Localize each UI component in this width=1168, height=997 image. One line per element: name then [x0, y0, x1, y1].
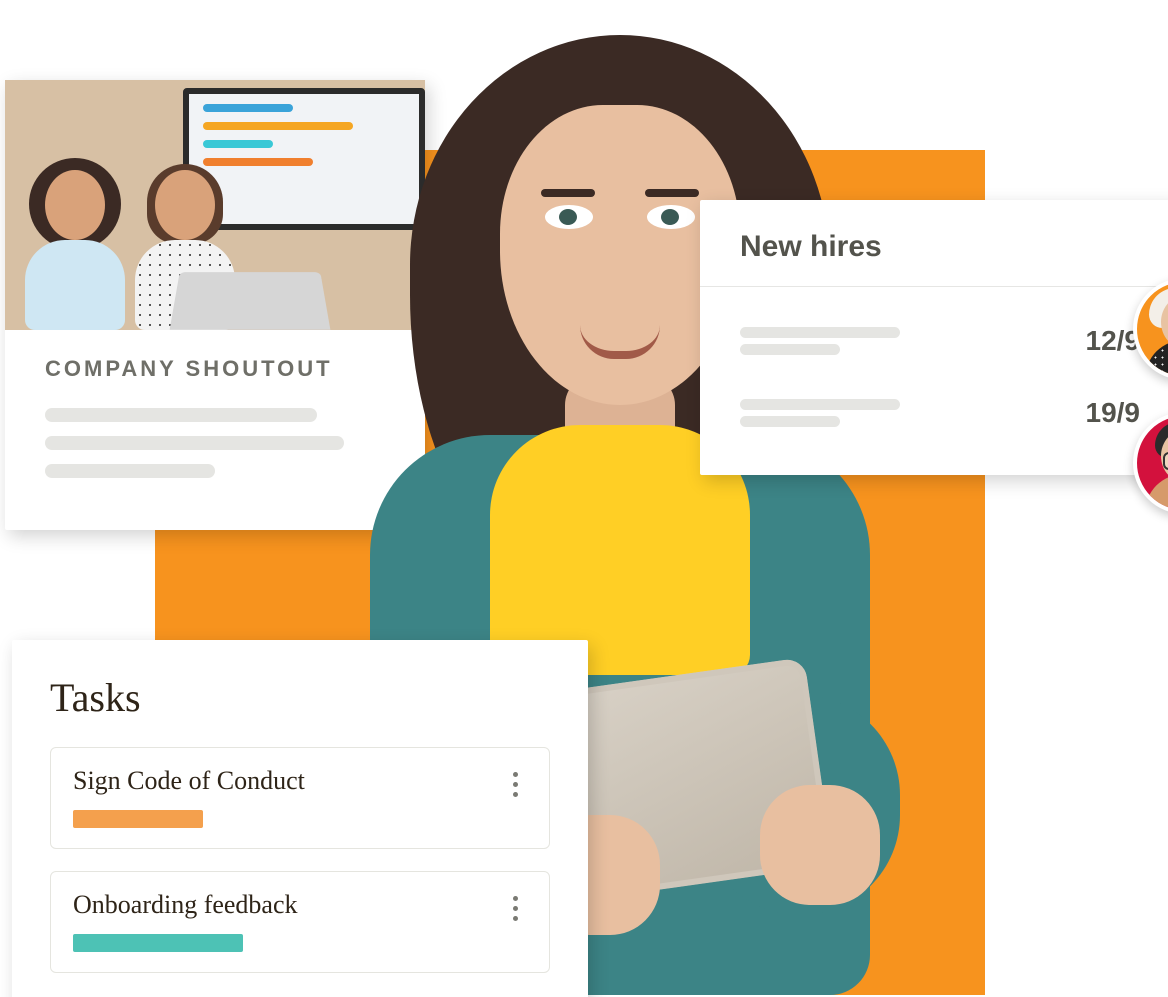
new-hires-title: New hires	[740, 230, 1140, 264]
task-name: Sign Code of Conduct	[73, 766, 503, 796]
task-item[interactable]: Sign Code of Conduct	[50, 747, 550, 849]
kebab-menu-icon[interactable]	[503, 766, 527, 797]
new-hire-name-placeholder	[740, 393, 900, 433]
new-hire-name-placeholder	[740, 321, 900, 361]
avatar[interactable]	[1133, 278, 1168, 380]
task-progress-bar	[73, 810, 203, 828]
task-progress-bar	[73, 934, 243, 952]
new-hire-date: 19/9	[1086, 397, 1141, 429]
avatar[interactable]	[1133, 412, 1168, 514]
task-item[interactable]: Onboarding feedback	[50, 871, 550, 973]
hero-composition: COMPANY SHOUTOUT New hires 12/	[0, 0, 1168, 997]
new-hire-row[interactable]: 12/9	[740, 305, 1140, 377]
new-hires-card: New hires 12/9 19/9	[700, 200, 1168, 475]
divider	[700, 286, 1168, 287]
kebab-menu-icon[interactable]	[503, 890, 527, 921]
new-hire-date: 12/9	[1086, 325, 1141, 357]
coworkers-illustration	[15, 150, 275, 330]
task-name: Onboarding feedback	[73, 890, 503, 920]
tasks-card: Tasks Sign Code of Conduct Onboarding fe…	[12, 640, 588, 997]
new-hire-row[interactable]: 19/9	[740, 377, 1140, 449]
tasks-title: Tasks	[50, 674, 550, 721]
